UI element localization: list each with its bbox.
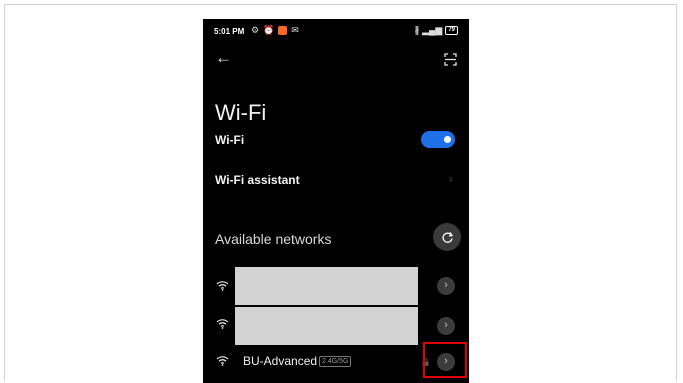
network-details-button[interactable]: › — [437, 317, 455, 335]
notification-icons: ⚙ ⏰ ✉ — [251, 25, 299, 35]
phone-screen: 5:01 PM ⚙ ⏰ ✉ ∦ ▂▄▆ 79 ← Wi-Fi Wi-Fi Wi-… — [203, 19, 469, 383]
status-time: 5:01 PM — [214, 27, 245, 36]
page-title: Wi-Fi — [215, 99, 267, 125]
network-details-button[interactable]: › — [437, 277, 455, 295]
toggle-knob — [444, 136, 451, 143]
chevron-right-icon[interactable]: › — [449, 171, 453, 186]
signal-icon: ▂▄▆ — [422, 25, 443, 35]
mail-icon: ✉ — [291, 25, 299, 35]
app-notification-icon — [278, 25, 288, 35]
bluetooth-icon: ∦ — [414, 25, 420, 35]
network-name: BU-Advanced — [243, 354, 318, 368]
wifi-toggle[interactable] — [421, 131, 455, 148]
battery-icon: 79 — [445, 25, 458, 35]
refresh-icon — [441, 231, 453, 243]
back-arrow-icon[interactable]: ← — [215, 49, 232, 67]
network-row[interactable]: › — [203, 307, 469, 345]
status-bar: 5:01 PM ⚙ ⏰ ✉ ∦ ▂▄▆ 79 — [203, 19, 469, 41]
settings-status-icon: ⚙ — [251, 25, 260, 35]
band-badge: 2.4G/5G — [319, 356, 352, 367]
redacted-network-name — [235, 267, 418, 305]
scan-qr-icon[interactable] — [444, 53, 457, 66]
refresh-button[interactable] — [433, 223, 461, 251]
wifi-icon — [216, 356, 229, 366]
alarm-icon: ⏰ — [263, 25, 275, 35]
network-row[interactable]: › — [203, 267, 469, 305]
highlight-annotation-box — [423, 342, 467, 378]
system-status-icons: ∦ ▂▄▆ 79 — [415, 25, 458, 35]
available-networks-heading: Available networks — [215, 231, 332, 247]
redacted-network-name — [235, 307, 418, 345]
wifi-icon — [216, 319, 229, 329]
wifi-icon — [216, 281, 229, 291]
wifi-assistant-label[interactable]: Wi-Fi assistant — [215, 173, 300, 187]
wifi-toggle-label: Wi-Fi — [215, 133, 245, 147]
